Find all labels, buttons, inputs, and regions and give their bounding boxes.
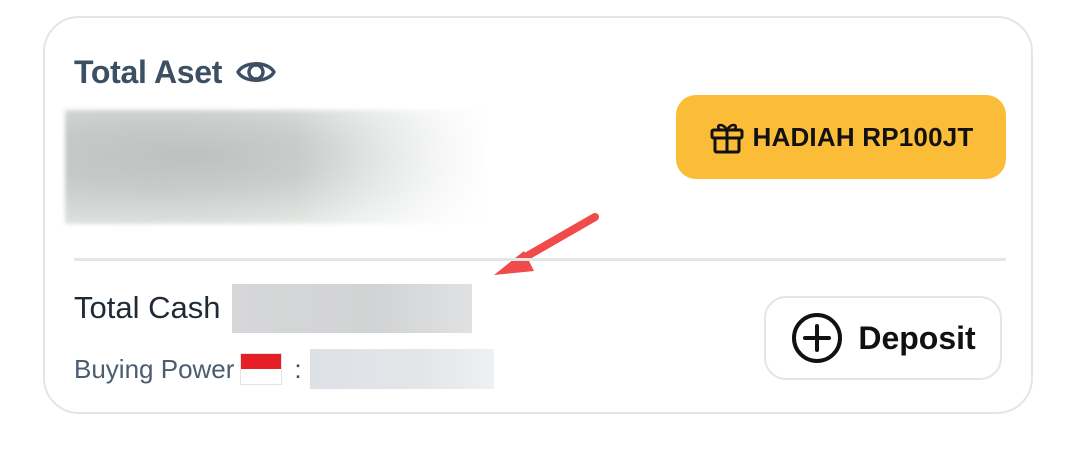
total-cash-value-obscured (232, 283, 473, 333)
reward-button[interactable]: HADIAH RP100JT (676, 95, 1006, 179)
deposit-button[interactable]: Deposit (764, 296, 1002, 380)
indonesia-flag-icon (240, 353, 283, 385)
plus-circle-icon (790, 311, 844, 365)
app-stage: Total Aset HADIAH RP100JT Total Cash Buy… (0, 0, 1080, 471)
buying-power-label: Buying Power (74, 353, 235, 384)
buying-power-value-obscured (309, 349, 494, 389)
deposit-button-label: Deposit (858, 319, 976, 356)
total-cash-label: Total Cash (74, 290, 221, 325)
total-assets-header: Total Aset (74, 50, 276, 94)
reward-button-label: HADIAH RP100JT (752, 121, 974, 152)
eye-icon[interactable] (236, 52, 276, 92)
buying-power-separator: : (294, 353, 302, 384)
total-assets-value-obscured (65, 110, 485, 224)
total-cash-row: Total Cash (74, 283, 473, 333)
gift-icon (709, 119, 745, 155)
section-divider (74, 258, 1006, 261)
total-assets-title: Total Aset (74, 53, 223, 90)
buying-power-row: Buying Power : (74, 349, 494, 389)
